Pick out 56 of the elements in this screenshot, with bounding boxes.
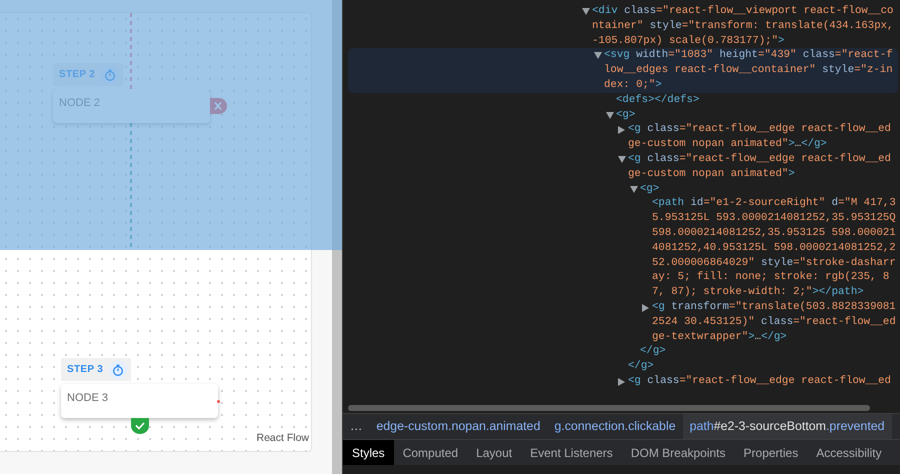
step-label: STEP 2 <box>59 68 96 82</box>
code-line[interactable]: <g transform="translate(503.8828339081 <box>652 300 896 315</box>
panel-tab[interactable]: Event Listeners <box>521 440 622 465</box>
code-line[interactable]: -105.807px) scale(0.783177);"> <box>592 34 894 48</box>
breadcrumb-item[interactable]: edge-custom.nopan.animated <box>369 414 548 439</box>
code-line[interactable]: <div class="react-flow__viewport react-flow__co <box>592 4 894 19</box>
breadcrumb-item[interactable]: g.connection.clickable <box>547 414 683 439</box>
expanded-triangle-icon[interactable] <box>606 112 614 119</box>
code-line[interactable]: <g class="react-flow__edge react-flow__ed <box>628 122 891 138</box>
collapsed-triangle-icon[interactable] <box>642 304 650 312</box>
code-line[interactable]: 598.0000214081252,35.953125 598.000021 <box>652 226 896 241</box>
horizontal-scrollbar[interactable] <box>348 405 870 411</box>
code-line[interactable]: <g class="react-flow__edge react-flow__ed <box>628 152 891 167</box>
timer-icon <box>101 66 120 84</box>
panel-tab[interactable]: Layout <box>467 440 522 465</box>
code-line[interactable]: dex: 0;"> <box>604 78 893 93</box>
code-line[interactable]: low__edges react-flow__container" style="z-in <box>604 63 893 78</box>
code-line[interactable]: 2524 30.453125)" class="react-flow__ed <box>652 314 896 330</box>
code-line[interactable]: ntainer" style="transform: translate(434.163px, <box>592 18 894 34</box>
panel-tab[interactable]: DOM Breakpoints <box>622 440 735 465</box>
panel-tab[interactable]: Computed <box>394 440 468 465</box>
code-line[interactable]: ge-custom nopan animated"> <box>628 166 891 182</box>
code-line[interactable]: 4081252,40.953125L 598.0000214081252,2 <box>652 240 896 256</box>
code-line[interactable]: ay: 5; fill: none; stroke: rgb(235, 8 <box>652 270 896 286</box>
code-line[interactable]: ge-textwrapper">…</g> <box>652 330 896 344</box>
panel-tab[interactable]: Accessibility <box>807 440 891 465</box>
code-line[interactable]: <svg width="1083" height="439" class="react-f <box>604 48 893 64</box>
step-label: STEP 3 <box>67 363 104 377</box>
error-handle-icon <box>210 98 227 114</box>
code-line[interactable]: <g class="react-flow__edge react-flow__ed <box>628 374 891 389</box>
collapsed-triangle-icon[interactable] <box>618 378 626 386</box>
panel-tab[interactable]: Styles <box>343 440 394 465</box>
expanded-triangle-icon[interactable] <box>582 8 590 15</box>
collapsed-triangle-icon[interactable] <box>618 126 626 134</box>
expanded-triangle-icon[interactable] <box>630 186 638 193</box>
flow-node[interactable]: NODE 3 <box>61 384 218 418</box>
code-line[interactable]: 7, 87); stroke-width: 2;"></path> <box>652 285 896 300</box>
timer-icon <box>109 360 128 378</box>
code-line[interactable]: ge-custom nopan animated">…</g> <box>628 137 891 152</box>
code-line[interactable]: </g> <box>628 359 654 374</box>
breadcrumb-item[interactable]: … <box>343 414 370 439</box>
code-line[interactable]: 5.953125L 593.0000214081252,35.953125Q <box>652 211 896 226</box>
check-handle-icon <box>131 418 149 434</box>
attribution-text: React Flow <box>256 431 309 446</box>
handle-dot-icon <box>217 400 220 403</box>
code-line[interactable]: <defs></defs> <box>616 92 700 108</box>
panel-tab[interactable]: Properties <box>734 440 808 465</box>
selected-row-highlight[interactable]: <svg width="1083" height="439" class="react-f low__edges react-flow__container" style="z-in dex: 0;"> <box>348 48 898 93</box>
expanded-triangle-icon[interactable] <box>594 52 602 60</box>
code-line[interactable]: 52.000006864029" style="stroke-dasharr <box>652 256 896 270</box>
breadcrumb-item[interactable]: path#e2-3-sourceBottom.prevented <box>682 414 892 439</box>
code-line[interactable]: </g> <box>640 344 666 360</box>
expanded-triangle-icon[interactable] <box>618 156 626 163</box>
code-line[interactable]: <g> <box>616 108 636 122</box>
code-line[interactable]: <path id="e1-2-sourceRight" d="M 417,3 <box>652 196 896 212</box>
code-line[interactable]: <g> <box>640 182 660 196</box>
